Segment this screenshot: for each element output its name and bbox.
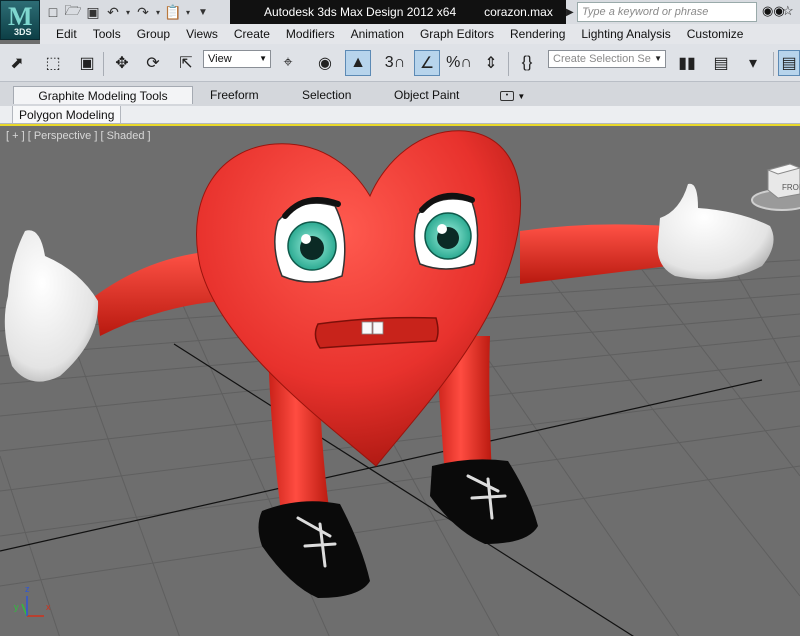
axis-x-label: x xyxy=(46,602,51,612)
selection-lock-icon[interactable]: ▲ xyxy=(345,50,371,76)
rectangular-selection-icon[interactable]: ⬚ xyxy=(40,50,66,76)
snap-toggle-icon[interactable]: 3 ∩ xyxy=(382,50,408,76)
select-and-rotate-icon[interactable]: ⟳ xyxy=(140,50,166,76)
menu-graph-editors[interactable]: Graph Editors xyxy=(412,27,502,41)
chevron-down-icon: ▼ xyxy=(259,54,267,63)
undo-icon[interactable]: ↶ xyxy=(104,3,122,21)
toolbar-separator xyxy=(508,52,509,76)
percent-snap-icon[interactable]: % ∩ xyxy=(446,50,472,76)
menu-edit[interactable]: Edit xyxy=(40,27,85,41)
snap-label: 3 xyxy=(384,54,394,71)
menu-animation[interactable]: Animation xyxy=(343,27,412,41)
left-eye xyxy=(274,197,346,283)
ribbon-panel-strip: Polygon Modeling xyxy=(0,106,800,124)
toolbar-separator xyxy=(773,52,774,76)
right-eye xyxy=(413,192,479,270)
angle-snap-icon[interactable]: ∠ xyxy=(414,50,440,76)
favorites-star-icon[interactable]: ☆ xyxy=(782,3,798,21)
axis-z-label: z xyxy=(25,584,30,594)
select-and-move-icon[interactable]: ✥ xyxy=(109,50,135,76)
app-window: □ 🗁 ▣ ↶ ▾ ↷ ▾ 📋 ▾ ▼ Autodesk 3ds Max Des… xyxy=(0,0,800,636)
reference-coordinate-dropdown[interactable]: View ▼ xyxy=(203,50,271,68)
open-folder-icon[interactable]: 🗁 xyxy=(64,2,82,21)
menu-rendering[interactable]: Rendering xyxy=(502,27,573,41)
application-button[interactable]: M 3DS xyxy=(0,0,40,40)
menu-tools[interactable]: Tools xyxy=(85,27,129,41)
align-icon[interactable]: ▤ xyxy=(708,50,734,76)
pivot-center-icon[interactable]: ⌖ xyxy=(275,50,301,76)
right-shoe xyxy=(430,459,538,544)
tooth-right xyxy=(372,321,384,335)
redo-dropdown-icon[interactable]: ▾ xyxy=(154,3,162,21)
app-logo-sub: 3DS xyxy=(14,27,32,37)
tab-selection[interactable]: Selection xyxy=(302,86,351,104)
title-bar: □ 🗁 ▣ ↶ ▾ ↷ ▾ 📋 ▾ ▼ Autodesk 3ds Max Des… xyxy=(0,0,800,24)
select-and-link-icon[interactable]: ◉ xyxy=(312,50,338,76)
select-object-icon[interactable]: ⬈ xyxy=(4,50,30,76)
window-title: Autodesk 3ds Max Design 2012 x64 corazon… xyxy=(230,0,566,24)
percent-snap-label: % xyxy=(446,54,461,71)
binoculars-icon[interactable]: ◉◉ xyxy=(762,3,785,21)
document-name: corazon.max xyxy=(484,5,553,19)
select-and-scale-icon[interactable]: ⇱ xyxy=(173,50,199,76)
viewport-scene: FRONT x y z xyxy=(0,130,800,636)
project-dropdown-icon[interactable]: ▾ xyxy=(184,3,192,21)
ribbon-minimize-icon: • xyxy=(500,90,514,101)
reference-coordinate-value: View xyxy=(208,53,232,65)
axis-tripod: x y z xyxy=(14,584,51,617)
redo-icon[interactable]: ↷ xyxy=(134,3,152,21)
undo-dropdown-icon[interactable]: ▾ xyxy=(124,3,132,21)
perspective-viewport[interactable]: FRONT x y z [ + ] [ Perspective ] [ Shad… xyxy=(0,124,800,636)
tab-freeform[interactable]: Freeform xyxy=(210,86,259,104)
menu-views[interactable]: Views xyxy=(178,27,226,41)
toolbar-separator xyxy=(103,52,104,76)
quick-access-toolbar: □ 🗁 ▣ ↶ ▾ ↷ ▾ 📋 ▾ ▼ xyxy=(44,2,212,22)
window-crossing-icon[interactable]: ▣ xyxy=(74,50,100,76)
left-shoe xyxy=(258,501,370,598)
menu-bar: Edit Tools Group Views Create Modifiers … xyxy=(40,24,800,44)
named-selection-placeholder: Create Selection Se xyxy=(553,53,651,65)
customize-dropdown-icon[interactable]: ▼ xyxy=(194,3,212,21)
tab-graphite-modeling-tools[interactable]: Graphite Modeling Tools xyxy=(13,86,193,104)
menu-create[interactable]: Create xyxy=(226,27,278,41)
new-file-icon[interactable]: □ xyxy=(44,3,62,21)
infocenter-collapse-icon[interactable]: ▶ xyxy=(566,2,576,22)
search-input[interactable]: Type a keyword or phrase xyxy=(577,2,757,22)
app-title: Autodesk 3ds Max Design 2012 x64 xyxy=(264,5,457,19)
ribbon-options-icon[interactable]: • ▼ xyxy=(500,86,526,104)
save-icon[interactable]: ▣ xyxy=(84,3,102,21)
edit-named-selections-icon[interactable]: {​} xyxy=(514,50,540,76)
chevron-down-icon: ▼ xyxy=(654,54,662,63)
viewcube-face-label: FRONT xyxy=(782,183,800,192)
tab-object-paint[interactable]: Object Paint xyxy=(394,86,459,104)
viewcube[interactable]: FRONT xyxy=(751,163,800,211)
project-folder-icon[interactable]: 📋 xyxy=(164,3,182,21)
tooth-left xyxy=(361,321,373,335)
align-dropdown-icon[interactable]: ▾ xyxy=(740,50,766,76)
layer-manager-icon[interactable]: ▤ xyxy=(778,50,800,76)
named-selection-dropdown[interactable]: Create Selection Se ▼ xyxy=(548,50,666,68)
mirror-icon[interactable]: ▮▮ xyxy=(674,50,700,76)
menu-group[interactable]: Group xyxy=(129,27,178,41)
spinner-snap-icon[interactable]: ⇕ xyxy=(478,50,504,76)
viewport-label[interactable]: [ + ] [ Perspective ] [ Shaded ] xyxy=(6,130,151,142)
left-glove xyxy=(4,230,99,382)
menu-lighting-analysis[interactable]: Lighting Analysis xyxy=(573,27,678,41)
axis-y-label: y xyxy=(14,602,19,612)
menu-customize[interactable]: Customize xyxy=(679,27,752,41)
menu-modifiers[interactable]: Modifiers xyxy=(278,27,343,41)
main-toolbar: ⬈ ⬚ ▣ ✥ ⟳ ⇱ View ▼ ⌖ ◉ ▲ 3 ∩ ∠ % ∩ ⇕ {​} C… xyxy=(0,44,800,82)
panel-polygon-modeling[interactable]: Polygon Modeling xyxy=(12,106,122,124)
ribbon: Graphite Modeling Tools Freeform Selecti… xyxy=(0,82,800,106)
